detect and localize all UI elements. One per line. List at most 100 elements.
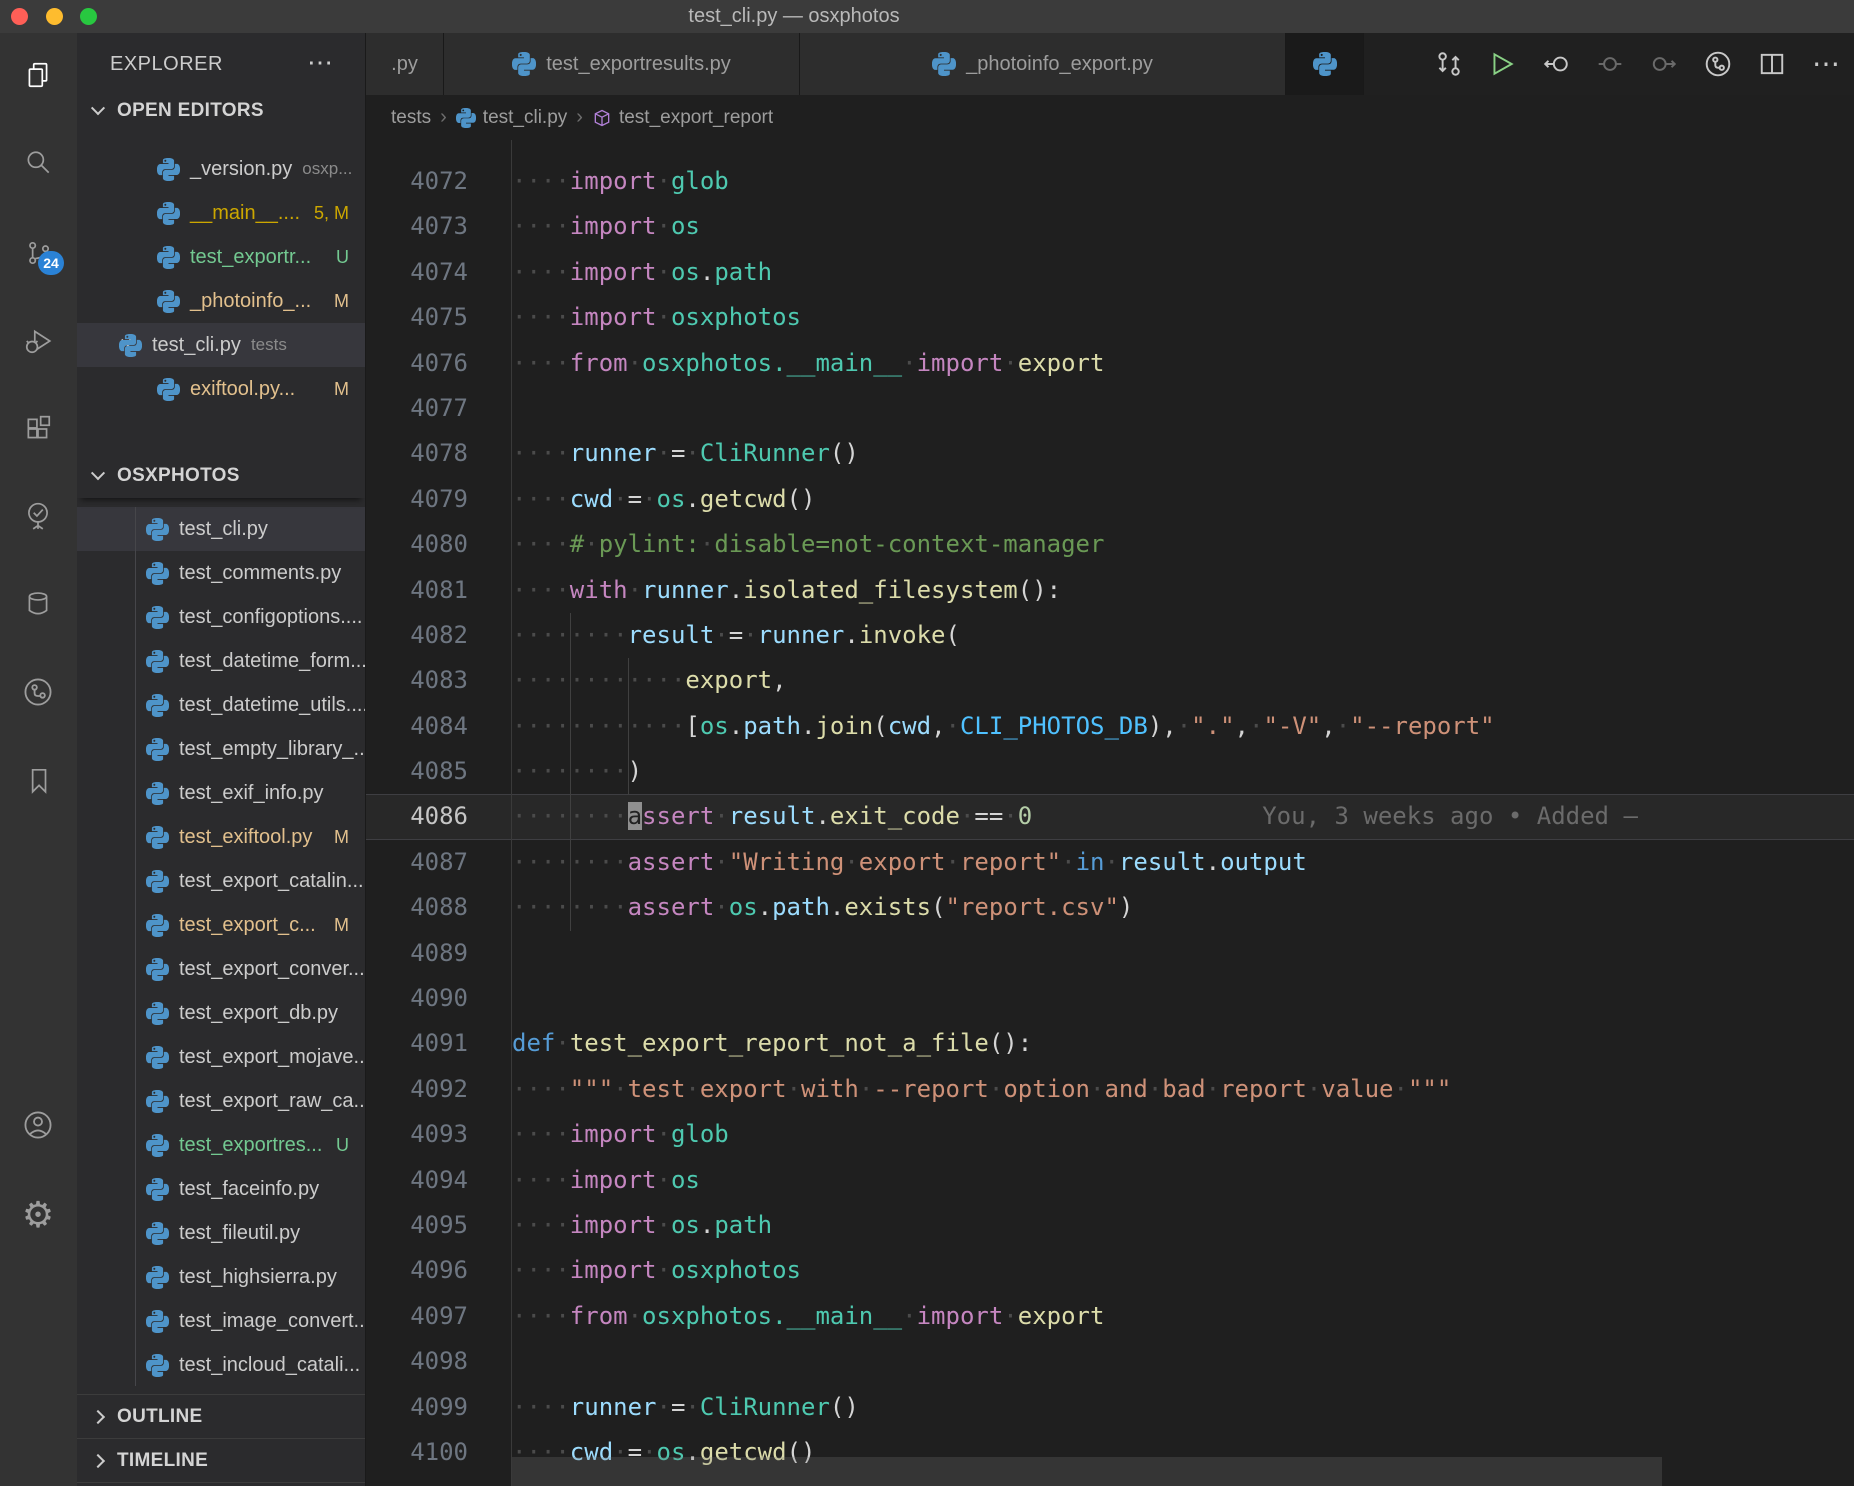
gitlens-graph-icon[interactable]: [1704, 50, 1732, 78]
code-line[interactable]: 4085········): [366, 749, 1854, 794]
tree-item[interactable]: test_exif_info.py: [77, 771, 365, 815]
record-dot-icon[interactable]: [1596, 50, 1624, 78]
code-line[interactable]: 4093····import·glob: [366, 1112, 1854, 1157]
code-line[interactable]: 4089: [366, 931, 1854, 976]
code-line[interactable]: 4096····import·osxphotos: [366, 1248, 1854, 1293]
test-tree-icon[interactable]: [14, 492, 62, 540]
tree-item[interactable]: test_configoptions....: [77, 595, 365, 639]
tree-item[interactable]: test_exportres...U: [77, 1123, 365, 1167]
line-number: 4089: [366, 931, 512, 976]
database-icon[interactable]: [14, 580, 62, 628]
code-line[interactable]: 4076····from·osxphotos.__main__·import·e…: [366, 341, 1854, 386]
git-status-badge: M: [334, 379, 349, 400]
minimize-window-button[interactable]: [46, 8, 63, 25]
indent-guide: [570, 613, 571, 931]
git-graph-icon[interactable]: [14, 668, 62, 716]
code-line[interactable]: 4082········result·=·runner.invoke(: [366, 613, 1854, 658]
open-editors-section-header[interactable]: OPEN EDITORS: [77, 91, 365, 131]
code-line[interactable]: 4091def·test_export_report_not_a_file():: [366, 1021, 1854, 1066]
tree-item[interactable]: test_export_raw_ca...: [77, 1079, 365, 1123]
tree-item[interactable]: test_incloud_catali...: [77, 1343, 365, 1387]
open-editor-item[interactable]: ✕test_cli.pytests: [77, 323, 365, 367]
tree-item[interactable]: test_cli.py: [77, 507, 365, 551]
close-window-button[interactable]: [11, 8, 28, 25]
code-editor[interactable]: 4072····import·glob4073····import·os4074…: [366, 140, 1854, 1486]
run-and-debug-icon[interactable]: [14, 317, 62, 365]
tree-item[interactable]: test_export_catalin...: [77, 859, 365, 903]
code-line[interactable]: 4086········assert·result.exit_code·==·0…: [366, 794, 1854, 839]
run-python-file-icon[interactable]: [1488, 50, 1516, 78]
code-line[interactable]: 4079····cwd·=·os.getcwd(): [366, 477, 1854, 522]
zoom-window-button[interactable]: [80, 8, 97, 25]
open-editor-item[interactable]: __main__....5, M: [77, 191, 365, 235]
editor-tab[interactable]: _photoinfo_export.py: [800, 33, 1286, 95]
tree-item[interactable]: test_export_mojave...: [77, 1035, 365, 1079]
code-line[interactable]: 4088········assert·os.path.exists("repor…: [366, 885, 1854, 930]
tree-item[interactable]: test_faceinfo.py: [77, 1167, 365, 1211]
code-line[interactable]: 4074····import·os.path: [366, 250, 1854, 295]
sidebar-section-outline[interactable]: OUTLINE: [77, 1394, 365, 1438]
code-line[interactable]: 4097····from·osxphotos.__main__·import·e…: [366, 1294, 1854, 1339]
editor-tab[interactable]: [1286, 33, 1364, 95]
tree-item[interactable]: test_export_db.py: [77, 991, 365, 1035]
code-line[interactable]: 4083············export,: [366, 658, 1854, 703]
bookmarks-icon[interactable]: [14, 756, 62, 804]
tree-item[interactable]: test_image_convert...: [77, 1299, 365, 1343]
more-actions-icon[interactable]: ⋯: [1812, 50, 1840, 78]
code-line[interactable]: 4075····import·osxphotos: [366, 295, 1854, 340]
code-line[interactable]: 4095····import·os.path: [366, 1203, 1854, 1248]
sidebar-more-actions-icon[interactable]: ⋯: [307, 47, 333, 78]
open-editor-item[interactable]: exiftool.py...M: [77, 367, 365, 411]
code-line[interactable]: 4094····import·os: [366, 1158, 1854, 1203]
code-line[interactable]: 4087········assert·"Writing·export·repor…: [366, 840, 1854, 885]
tree-item[interactable]: test_fileutil.py: [77, 1211, 365, 1255]
open-editor-item[interactable]: _version.pyosxp...: [77, 147, 365, 191]
tree-item[interactable]: test_exiftool.pyM: [77, 815, 365, 859]
code-line[interactable]: 4073····import·os: [366, 204, 1854, 249]
code-line[interactable]: 4080····#·pylint:·disable=not-context-ma…: [366, 522, 1854, 567]
step-forward-icon[interactable]: [1650, 50, 1678, 78]
tree-item[interactable]: test_export_c...M: [77, 903, 365, 947]
step-back-icon[interactable]: [1542, 50, 1570, 78]
tree-item[interactable]: test_comments.py: [77, 551, 365, 595]
project-section-header[interactable]: OSXPHOTOS: [77, 454, 365, 498]
editor-tab[interactable]: test_exportresults.py: [444, 33, 800, 95]
code-text: [512, 931, 1854, 976]
account-icon[interactable]: [14, 1101, 62, 1149]
compare-changes-icon[interactable]: [1434, 50, 1462, 78]
code-line[interactable]: 4092····"""·test·export·with·--report·op…: [366, 1067, 1854, 1112]
code-line[interactable]: 4098: [366, 1339, 1854, 1384]
open-editor-item[interactable]: _photoinfo_...M: [77, 279, 365, 323]
code-line[interactable]: 4099····runner·=·CliRunner(): [366, 1385, 1854, 1430]
tree-item[interactable]: test_empty_library_...: [77, 727, 365, 771]
breadcrumb-item[interactable]: test_export_report: [592, 107, 773, 129]
sidebar-section-timeline[interactable]: TIMELINE: [77, 1438, 365, 1482]
tree-item[interactable]: test_datetime_form...: [77, 639, 365, 683]
extensions-icon[interactable]: [14, 405, 62, 453]
code-line[interactable]: 4078····runner·=·CliRunner(): [366, 431, 1854, 476]
open-editor-item[interactable]: test_exportr...U: [77, 235, 365, 279]
activity-bar: 24 ⚙: [0, 33, 77, 1486]
tree-item[interactable]: test_highsierra.py: [77, 1255, 365, 1299]
search-icon[interactable]: [14, 139, 62, 187]
file-name: _photoinfo_...: [190, 290, 311, 313]
source-control-icon[interactable]: 24: [14, 229, 62, 277]
tree-item[interactable]: test_datetime_utils....: [77, 683, 365, 727]
sidebar-title: EXPLORER: [110, 53, 223, 76]
split-editor-icon[interactable]: [1758, 50, 1786, 78]
tree-item[interactable]: test_export_conver...: [77, 947, 365, 991]
settings-gear-icon[interactable]: ⚙: [14, 1191, 62, 1239]
code-line[interactable]: 4084············[os.path.join(cwd,·CLI_P…: [366, 704, 1854, 749]
editor-tab[interactable]: .py: [366, 33, 444, 95]
python-file-icon: [157, 158, 180, 181]
horizontal-scrollbar[interactable]: [512, 1457, 1662, 1486]
breadcrumb-item[interactable]: tests: [391, 107, 431, 129]
sidebar-section-npm-scripts[interactable]: NPM SCRIPTS: [77, 1482, 365, 1486]
code-line[interactable]: 4077: [366, 386, 1854, 431]
code-line[interactable]: 4081····with·runner.isolated_filesystem(…: [366, 568, 1854, 613]
code-line[interactable]: 4072····import·glob: [366, 159, 1854, 204]
code-line[interactable]: 4090: [366, 976, 1854, 1021]
explorer-icon[interactable]: [14, 51, 62, 99]
close-icon[interactable]: ✕: [77, 335, 119, 355]
breadcrumb-item[interactable]: test_cli.py: [456, 107, 567, 129]
